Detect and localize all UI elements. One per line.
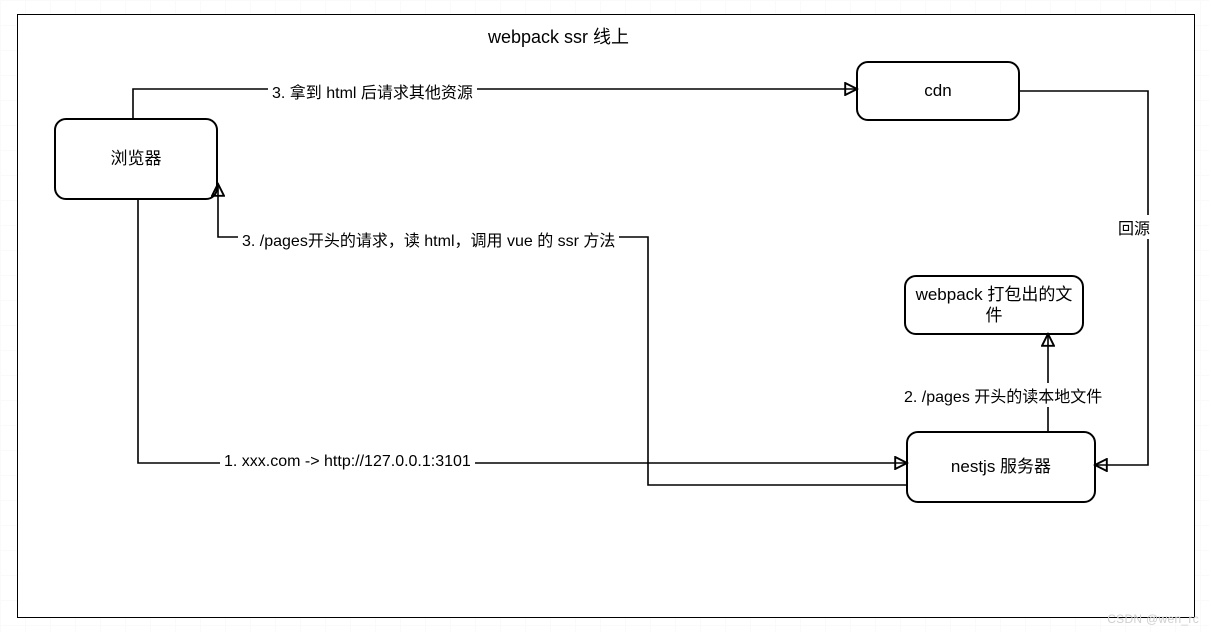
arrow-browser-to-cdn	[133, 89, 856, 118]
label-edge-backsource: 回源	[1114, 215, 1154, 239]
node-browser: 浏览器	[54, 118, 218, 200]
watermark: CSDN @wen_rc	[1107, 612, 1199, 626]
label-edge-3-ssr: 3. /pages开头的请求，读 html，调用 vue 的 ssr 方法	[238, 227, 619, 251]
label-edge-2: 2. /pages 开头的读本地文件	[900, 383, 1106, 407]
diagram-canvas: webpack ssr 线上 浏览器 cdn webpack 打包出的文件 ne…	[17, 14, 1195, 618]
label-edge-3-cdn: 3. 拿到 html 后请求其他资源	[268, 79, 477, 103]
node-webpack-bundle: webpack 打包出的文件	[904, 275, 1084, 335]
diagram-title: webpack ssr 线上	[488, 23, 629, 49]
node-cdn: cdn	[856, 61, 1020, 121]
label-edge-1: 1. xxx.com -> http://127.0.0.1:3101	[220, 453, 475, 471]
node-nestjs-server: nestjs 服务器	[906, 431, 1096, 503]
